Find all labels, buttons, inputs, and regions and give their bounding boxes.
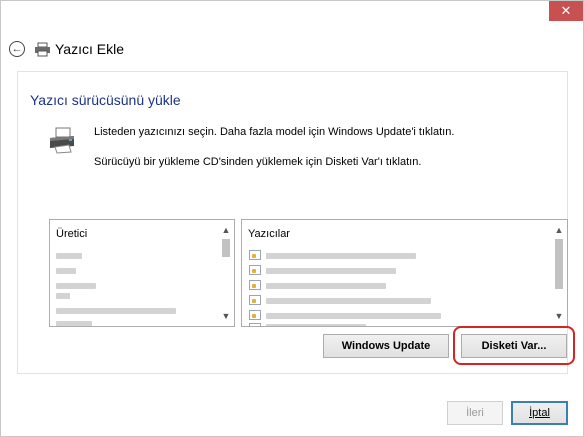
printer-icon: [35, 42, 50, 56]
scroll-up-icon[interactable]: ▲: [551, 222, 567, 238]
page-title: Yazıcı Ekle: [55, 41, 124, 57]
title-bar: ← Yazıcı Ekle: [9, 37, 124, 61]
driver-icon: [249, 323, 261, 326]
printers-scrollbar[interactable]: ▲ ▼: [551, 220, 567, 326]
section-heading: Yazıcı sürücüsünü yükle: [30, 92, 181, 108]
scroll-down-icon[interactable]: ▼: [218, 308, 234, 324]
printers-list[interactable]: Yazıcılar ▲ ▼: [241, 219, 568, 327]
cancel-button[interactable]: İptal: [511, 401, 568, 425]
driver-icon: [249, 280, 261, 290]
list-item[interactable]: [266, 283, 386, 289]
windows-update-button[interactable]: Windows Update: [323, 334, 449, 358]
driver-icon: [249, 295, 261, 305]
instruction-text-2: Sürücüyü bir yükleme CD'sinden yüklemek …: [94, 156, 422, 168]
list-item[interactable]: [266, 298, 431, 304]
next-button[interactable]: İleri: [447, 401, 503, 425]
scroll-down-icon[interactable]: ▼: [551, 308, 567, 324]
driver-icon: [249, 310, 261, 320]
list-item[interactable]: [56, 293, 70, 299]
list-item[interactable]: [266, 313, 441, 319]
list-item[interactable]: [56, 283, 96, 289]
list-item[interactable]: [56, 253, 82, 259]
list-item[interactable]: [56, 268, 76, 274]
list-item[interactable]: [266, 324, 366, 326]
scroll-up-icon[interactable]: ▲: [218, 222, 234, 238]
list-item[interactable]: [266, 253, 416, 259]
list-item[interactable]: [266, 268, 396, 274]
list-item[interactable]: [56, 321, 92, 326]
add-printer-window: ✕ ← Yazıcı Ekle Yazıcı sürücüsünü yükle …: [0, 0, 584, 437]
printer-icon-large: [50, 127, 74, 154]
highlight-annotation: [453, 326, 575, 365]
instruction-text-1: Listeden yazıcınızı seçin. Daha fazla mo…: [94, 126, 455, 138]
list-item[interactable]: [56, 308, 176, 314]
printers-list-header: Yazıcılar: [248, 228, 290, 240]
driver-icon: [249, 265, 261, 275]
cancel-button-label: İptal: [529, 407, 550, 419]
driver-icon: [249, 250, 261, 260]
close-button[interactable]: ✕: [549, 1, 583, 21]
scroll-thumb[interactable]: [222, 239, 230, 257]
manufacturer-scrollbar[interactable]: ▲ ▼: [218, 220, 234, 326]
manufacturer-list-header: Üretici: [56, 228, 88, 240]
back-arrow-icon[interactable]: ←: [9, 41, 25, 57]
manufacturer-list[interactable]: Üretici ▲ ▼: [49, 219, 235, 327]
scroll-thumb[interactable]: [555, 239, 563, 289]
